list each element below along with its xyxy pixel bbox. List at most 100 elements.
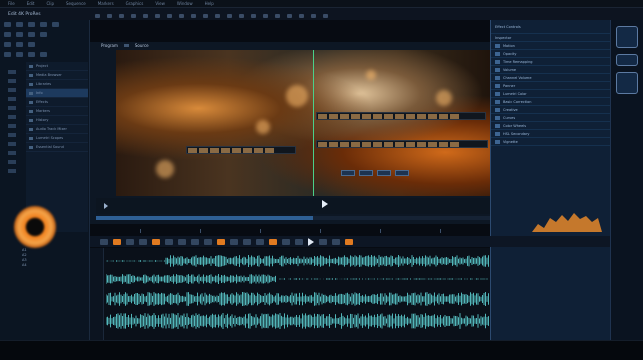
- panel-icon[interactable]: [8, 160, 16, 164]
- tool-icon[interactable]: [28, 22, 35, 27]
- tool-icon[interactable]: [4, 32, 11, 37]
- trim-icon[interactable]: [282, 238, 290, 245]
- marker-icon[interactable]: [100, 238, 108, 245]
- record-knob[interactable]: [14, 206, 56, 248]
- effect-toggle-icon[interactable]: [495, 131, 500, 136]
- audio-track[interactable]: [106, 290, 490, 308]
- ripple-edit-icon[interactable]: [119, 14, 124, 18]
- panel-icon[interactable]: [8, 151, 16, 155]
- panel-icon[interactable]: [8, 70, 16, 74]
- panel-list-item[interactable]: Essential Sound: [26, 143, 88, 152]
- panel-list-item[interactable]: Project: [26, 62, 88, 71]
- panel-list-item[interactable]: Libraries: [26, 80, 88, 89]
- stop-icon[interactable]: [243, 238, 251, 245]
- link-icon[interactable]: [203, 14, 208, 18]
- tool-icon[interactable]: [16, 42, 23, 47]
- menu-item-graphics[interactable]: Graphics: [126, 1, 144, 6]
- panel-list-item[interactable]: Info: [26, 89, 88, 98]
- panel-icon[interactable]: [8, 142, 16, 146]
- app-icon[interactable]: [616, 26, 638, 48]
- monitor-label[interactable]: Program: [101, 43, 118, 48]
- panel-icon[interactable]: [8, 115, 16, 119]
- select-tool-icon[interactable]: [95, 14, 100, 18]
- lift-icon[interactable]: [191, 238, 199, 245]
- track-label[interactable]: A4: [22, 263, 88, 268]
- settings-icon[interactable]: [239, 14, 244, 18]
- effect-toggle-icon[interactable]: [495, 139, 500, 144]
- menu-item-view[interactable]: View: [155, 1, 165, 6]
- audio-track[interactable]: [106, 270, 490, 288]
- effect-toggle-icon[interactable]: [495, 91, 500, 96]
- menu-item-file[interactable]: File: [8, 1, 15, 6]
- tool-icon[interactable]: [4, 42, 11, 47]
- effect-toggle-icon[interactable]: [495, 99, 500, 104]
- link-icon[interactable]: [178, 238, 186, 245]
- menu-item-edit[interactable]: Edit: [27, 1, 35, 6]
- effect-row[interactable]: Panner: [491, 82, 610, 90]
- panel-list-item[interactable]: History: [26, 116, 88, 125]
- tool-icon[interactable]: [40, 52, 47, 57]
- menu-item-sequence[interactable]: Sequence: [66, 1, 86, 6]
- panel-icon[interactable]: [8, 88, 16, 92]
- export-frame-icon[interactable]: [295, 238, 303, 245]
- type-icon[interactable]: [179, 14, 184, 18]
- panel-icon[interactable]: [8, 106, 16, 110]
- pen-icon[interactable]: [155, 14, 160, 18]
- panel-icon[interactable]: [8, 133, 16, 137]
- export-icon[interactable]: [275, 14, 280, 18]
- hand-icon[interactable]: [167, 14, 172, 18]
- tool-icon[interactable]: [28, 52, 35, 57]
- effect-toggle-icon[interactable]: [495, 51, 500, 56]
- panel-icon[interactable]: [8, 97, 16, 101]
- audio-track[interactable]: [106, 252, 490, 270]
- effect-row[interactable]: Creative: [491, 106, 610, 114]
- in-point-icon[interactable]: [113, 238, 121, 245]
- search-icon[interactable]: [299, 14, 304, 18]
- razor-icon[interactable]: [131, 14, 136, 18]
- audio-icon[interactable]: [345, 238, 353, 245]
- play-icon[interactable]: [308, 237, 314, 246]
- marker-icon[interactable]: [230, 238, 238, 245]
- tool-icon[interactable]: [28, 32, 35, 37]
- panel-list-item[interactable]: Audio Track Mixer: [26, 125, 88, 134]
- marker-icon[interactable]: [227, 14, 232, 18]
- workspace-icon[interactable]: [263, 14, 268, 18]
- snap-icon[interactable]: [165, 238, 173, 245]
- effect-toggle-icon[interactable]: [495, 59, 500, 64]
- effect-row[interactable]: Channel Volume: [491, 74, 610, 82]
- effect-toggle-icon[interactable]: [495, 67, 500, 72]
- keyframe-icon[interactable]: [152, 238, 160, 245]
- panel-icon[interactable]: [8, 79, 16, 83]
- menu-item-markers[interactable]: Markers: [98, 1, 114, 6]
- effect-row[interactable]: Curves: [491, 114, 610, 122]
- tool-icon[interactable]: [40, 22, 47, 27]
- effect-toggle-icon[interactable]: [495, 115, 500, 120]
- track-select-icon[interactable]: [107, 14, 112, 18]
- tool-icon[interactable]: [28, 42, 35, 47]
- notifications-icon[interactable]: [323, 14, 328, 18]
- loop-icon[interactable]: [256, 238, 264, 245]
- settings-icon[interactable]: [319, 238, 327, 245]
- monitor-menu-icon[interactable]: [123, 43, 129, 47]
- panel-list-item[interactable]: Lumetri Scopes: [26, 134, 88, 143]
- effect-toggle-icon[interactable]: [495, 43, 500, 48]
- app-icon[interactable]: [616, 54, 638, 66]
- share-icon[interactable]: [287, 14, 292, 18]
- effect-toggle-icon[interactable]: [495, 107, 500, 112]
- help-icon[interactable]: [311, 14, 316, 18]
- effect-row[interactable]: Vignette: [491, 138, 610, 146]
- effect-row[interactable]: Motion: [491, 42, 610, 50]
- menu-item-window[interactable]: Window: [177, 1, 193, 6]
- effect-row[interactable]: Opacity: [491, 50, 610, 58]
- panel-icon[interactable]: [8, 124, 16, 128]
- effect-toggle-icon[interactable]: [495, 83, 500, 88]
- effect-row[interactable]: Time Remapping: [491, 58, 610, 66]
- flag-icon[interactable]: [269, 238, 277, 245]
- app-icon[interactable]: [616, 72, 638, 94]
- panel-list-item[interactable]: Media Browser: [26, 71, 88, 80]
- tool-icon[interactable]: [16, 22, 23, 27]
- tool-icon[interactable]: [4, 52, 11, 57]
- video-frame[interactable]: [116, 50, 490, 196]
- panel-list-item[interactable]: Effects: [26, 98, 88, 107]
- tool-icon[interactable]: [4, 22, 11, 27]
